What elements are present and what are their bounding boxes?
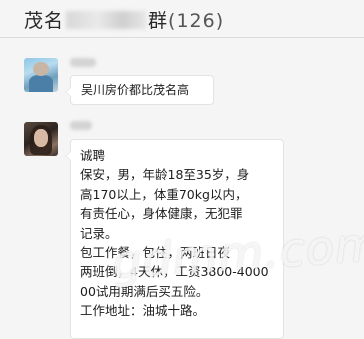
message-line: 保安，男，年龄18至35岁，身: [80, 167, 250, 183]
message-bubble[interactable]: 诚聘 保安，男，年龄18至35岁，身 高170以上，体重70kg以内， 有责任心…: [65, 139, 284, 339]
avatar-figure-body: [29, 75, 53, 92]
avatar-figure-head: [33, 62, 49, 76]
message-line: 有责任心，身体健康，无犯罪: [80, 206, 243, 222]
message-line: 记录。: [80, 225, 118, 241]
blurred-sender-name: [70, 121, 92, 130]
message-line: 工作地址：油城十路。: [80, 303, 206, 319]
avatar-face: [34, 129, 48, 147]
message-line: 高170以上，体重70kg以内，: [80, 186, 248, 202]
message-line: 00试用期满后买五险。: [80, 283, 209, 299]
member-count: (126): [168, 10, 225, 32]
group-title-prefix: 茂名: [24, 10, 65, 32]
blurred-sender-name: [70, 58, 96, 67]
message-line: 包工作餐，包住，两班日夜: [80, 245, 231, 261]
avatar[interactable]: [24, 122, 58, 156]
blurred-group-name: [66, 11, 147, 29]
message-line: 诚聘: [80, 148, 106, 163]
group-title-suffix: 群: [148, 10, 169, 32]
chat-header: 茂名 群(126): [0, 0, 364, 38]
message-text: 吴川房价都比茂名高: [81, 83, 190, 97]
group-title: 茂名 群(126): [24, 6, 224, 33]
message-line: 两班倒，4天休，工资3800-4000: [80, 264, 269, 280]
avatar[interactable]: [24, 58, 58, 92]
message-bubble[interactable]: 吴川房价都比茂名高: [65, 75, 214, 105]
